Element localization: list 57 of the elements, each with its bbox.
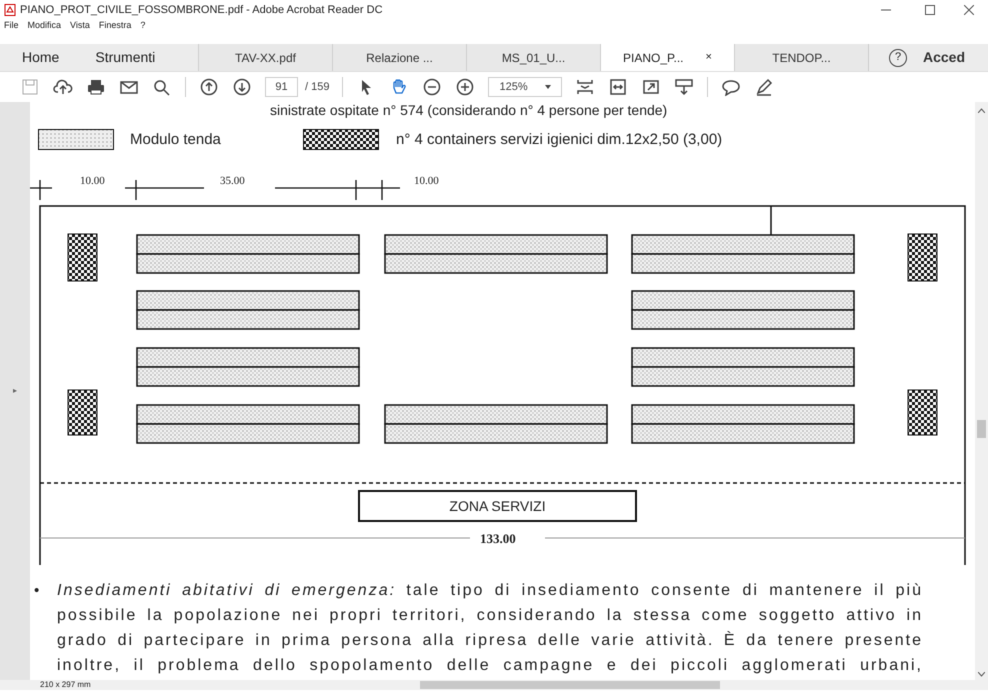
window-title: PIANO_PROT_CIVILE_FOSSOMBRONE.pdf - Adobe Acrobat Reader DC [20,2,383,18]
arrow-up-circle-icon[interactable] [199,78,219,96]
document-tab[interactable]: Relazione ... [332,44,466,71]
service-container [68,390,98,436]
scroll-up-icon[interactable] [978,108,985,113]
service-container [908,234,938,282]
fullscreen-icon[interactable] [641,78,662,96]
fit-page-icon[interactable] [575,78,596,96]
close-icon [964,5,974,15]
comment-icon[interactable] [721,78,742,96]
menu-item[interactable]: Vista [70,19,90,33]
panel-expand-icon[interactable]: ▸ [13,385,17,397]
caret-icon [545,85,552,89]
nav-link[interactable]: Strumenti [95,47,156,68]
page-count: / 159 [305,80,330,95]
menu-item[interactable]: Finestra [98,19,132,33]
zoom-dropdown[interactable]: 125% [488,77,562,97]
pen-icon[interactable] [754,78,774,96]
page-number-field[interactable]: 91 [265,77,298,97]
document-tab[interactable]: PIANO_P... × [600,44,734,71]
dimension-label: 10.00 [80,175,105,187]
bullet: • [34,581,40,601]
help-button[interactable]: ? [889,48,907,66]
tab-close-button[interactable]: × [706,49,712,66]
arrow-down-circle-icon[interactable] [232,78,252,96]
scroll-mode-icon[interactable] [674,78,694,96]
legend-label: Modulo tenda [130,132,221,148]
zoom-in-icon[interactable] [455,78,476,96]
document-tab[interactable]: MS_01_U... [466,44,600,71]
printer-icon[interactable] [86,78,106,96]
document-tab[interactable]: TENDOP... [734,44,868,71]
scroll-down-icon[interactable] [978,672,985,677]
document-tab[interactable]: TAV-XX.pdf [198,44,332,71]
nav-link[interactable]: Home [22,47,60,68]
cloud-upload-icon[interactable] [53,78,73,96]
maximize-icon [925,5,935,15]
dimension-label: 133.00 [480,532,516,546]
menu-item[interactable]: File [4,19,19,33]
page-size-label: 210 x 297 mm [39,680,92,690]
service-container [908,390,938,436]
menu-item[interactable]: Modifica [28,19,62,33]
paragraph: Insediamenti abitativi di emergenza: tale tipo di insediamento consente di mantenere il più possibile la popolazione nei propri territori, considerando la stessa come soggetto attivo in grado di partecipare in prima persona alla ripresa delle varie attività. È da tenere presente inoltre, il problema dello spopolamento delle campagne e dei piccoli agglomerati urbani, [57,581,923,676]
zone-label: ZONA SERVIZI [358,490,637,522]
scrollbar-thumb[interactable] [977,420,986,438]
document-text: sinistrate ospitate n° 574 (considerando n° 4 persone per tende) [270,103,668,117]
zoom-out-icon[interactable] [422,78,442,96]
account-link[interactable]: Acced [923,47,966,68]
pdf-icon [4,4,16,16]
connector-line [770,206,772,235]
horizontal-scrollbar-thumb[interactable] [420,681,720,689]
service-container [68,234,98,282]
search-icon[interactable] [152,78,172,96]
menu-item[interactable]: ? [140,19,146,33]
legend-label: n° 4 containers servizi igienici dim.12x2,50 (3,00) [396,132,722,148]
dimension-label: 35.00 [220,175,245,187]
fit-width-icon[interactable] [608,78,628,96]
dimension-label: 10.00 [414,175,439,187]
